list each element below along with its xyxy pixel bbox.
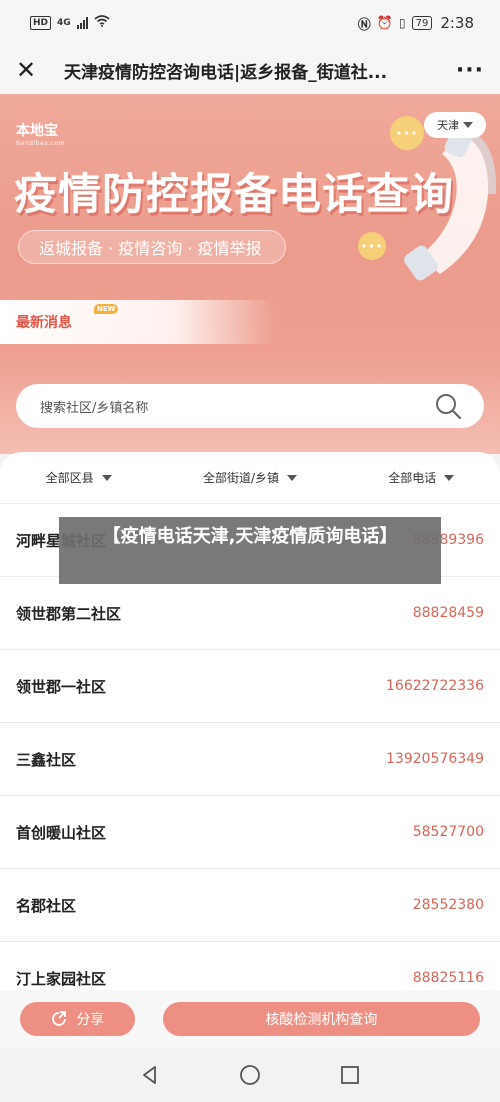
search-zone: 搜索社区/乡镇名称 <box>0 344 500 454</box>
community-name: 领世郡一社区 <box>16 677 107 696</box>
nucleic-test-label: 核酸检测机构查询 <box>265 1012 378 1028</box>
system-nav-bar <box>0 1048 500 1102</box>
more-options-icon[interactable]: ··· <box>456 58 484 83</box>
recents-icon[interactable] <box>339 1064 361 1086</box>
city-selector[interactable]: 天津 <box>424 112 486 138</box>
list-item[interactable]: 领世郡第二社区 88828459 <box>0 577 500 650</box>
filter-bar: 全部区县 全部街道/乡镇 全部电话 <box>0 452 500 504</box>
chevron-down-icon <box>463 122 473 128</box>
list-item[interactable]: 三鑫社区 13920576349 <box>0 723 500 796</box>
close-icon[interactable]: ✕ <box>16 58 46 82</box>
wifi-icon <box>94 15 110 31</box>
phone-number[interactable]: 28552380 <box>413 897 484 913</box>
nucleic-test-query-button[interactable]: 核酸检测机构查询 <box>162 1002 480 1036</box>
back-icon[interactable] <box>139 1064 161 1086</box>
bottom-action-bar: 分享 核酸检测机构查询 <box>0 990 500 1048</box>
home-icon[interactable] <box>238 1063 262 1087</box>
search-placeholder: 搜索社区/乡镇名称 <box>40 400 149 416</box>
list-item[interactable]: 首创暖山社区 58527700 <box>0 796 500 869</box>
share-button[interactable]: 分享 <box>20 1002 135 1036</box>
title-bar: ✕ 天津疫情防控咨询电话|返乡报备_街道社... ··· <box>0 46 500 94</box>
filter-street[interactable]: 全部街道/乡镇 <box>203 469 297 486</box>
status-left: HD 4G <box>30 15 110 31</box>
phone-number[interactable]: 88828459 <box>413 605 484 621</box>
clock: 2:38 <box>440 14 474 32</box>
community-name: 领世郡第二社区 <box>16 604 122 623</box>
page-title: 天津疫情防控咨询电话|返乡报备_街道社... <box>64 62 388 83</box>
filter-district[interactable]: 全部区县 <box>46 469 112 486</box>
filter-phone[interactable]: 全部电话 <box>388 469 455 486</box>
filter-label: 全部电话 <box>388 471 437 485</box>
alarm-icon: ⏰ <box>376 15 393 31</box>
search-icon[interactable] <box>434 392 462 420</box>
caption-overlay: 【疫情电话天津,天津疫情质询电话】 <box>59 517 441 584</box>
community-name: 三鑫社区 <box>16 750 77 769</box>
nfc-icon: Ⓝ <box>357 17 371 33</box>
tagline-pill: 返城报备 · 疫情咨询 · 疫情举报 <box>18 230 286 264</box>
list-item[interactable]: 领世郡一社区 16622722336 <box>0 650 500 723</box>
phone-number[interactable]: 16622722336 <box>386 678 484 694</box>
phone-number[interactable]: 88825116 <box>413 970 484 986</box>
chat-bubble-icon: ••• <box>358 232 386 260</box>
share-icon <box>52 1011 67 1026</box>
battery-level: 79 <box>415 17 429 29</box>
search-input[interactable]: 搜索社区/乡镇名称 <box>16 384 484 428</box>
hero-title: 疫情防控报备电话查询 <box>14 170 454 220</box>
news-label: 最新消息 <box>16 315 72 331</box>
community-name: 汀上家园社区 <box>16 969 107 988</box>
filter-label: 全部街道/乡镇 <box>202 471 279 485</box>
chevron-down-icon <box>101 474 112 481</box>
share-label: 分享 <box>76 1012 105 1028</box>
chevron-down-icon <box>287 474 297 481</box>
chevron-down-icon <box>444 474 455 481</box>
news-strip[interactable]: 最新消息 NEW <box>0 300 500 344</box>
logo-main: 本地宝 <box>16 123 58 139</box>
telephone-icon <box>404 124 497 281</box>
phone-number[interactable]: 13920576349 <box>386 751 484 767</box>
logo-sub: Bendibao.com <box>16 140 65 147</box>
status-right: Ⓝ ⏰ ▯ 79 2:38 <box>358 14 474 33</box>
battery-icon: 79 <box>411 16 433 30</box>
list-item[interactable]: 名郡社区 28552380 <box>0 869 500 942</box>
network-label: 4G <box>57 18 71 28</box>
logo: 本地宝 Bendibao.com <box>16 120 65 147</box>
community-name: 首创暖山社区 <box>16 823 107 842</box>
new-badge: NEW <box>94 304 119 314</box>
hd-badge: HD <box>30 16 52 30</box>
filter-label: 全部区县 <box>45 471 94 485</box>
vibrate-icon: ▯ <box>398 16 406 30</box>
status-bar: HD 4G Ⓝ ⏰ ▯ 79 2:38 <box>0 0 500 46</box>
community-name: 名郡社区 <box>16 896 77 915</box>
phone-number[interactable]: 58527700 <box>413 824 484 840</box>
city-selector-label: 天津 <box>437 119 459 132</box>
signal-icon <box>76 17 88 29</box>
